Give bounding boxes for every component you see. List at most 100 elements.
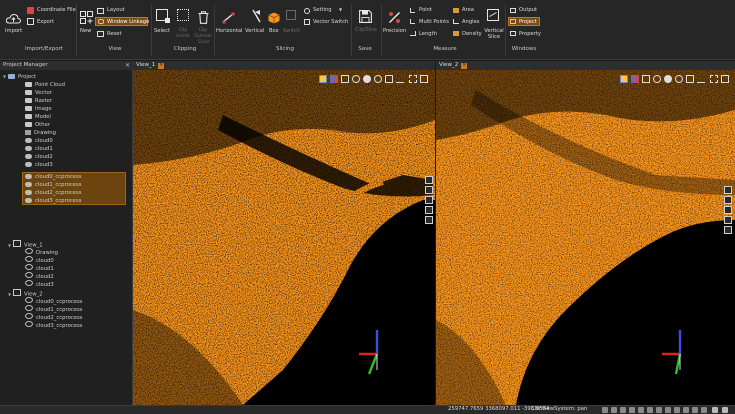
status-icon[interactable] [656, 407, 662, 413]
tree-item-cloud-processed[interactable]: cloud2_ccprocess [25, 189, 82, 197]
tree-item-view1-child[interactable]: cloud1 [25, 264, 54, 272]
home-view-icon[interactable] [425, 216, 433, 224]
tree-node-view1[interactable]: ▼ View_1 [8, 240, 43, 249]
cloud-upload-icon[interactable] [5, 9, 22, 24]
scale-icon[interactable] [385, 75, 393, 83]
setting-button[interactable]: Setting [313, 7, 332, 13]
tree-item-view2-child[interactable]: cloud2_ccprocess [25, 313, 83, 321]
clip-inside-button[interactable]: Clip Inside [176, 28, 190, 40]
status-icon[interactable] [665, 407, 671, 413]
clear-button[interactable]: Clear [198, 40, 210, 45]
split-view-icon[interactable] [721, 75, 729, 83]
gear-icon[interactable] [374, 75, 382, 83]
save-clip-slice-button[interactable]: Clip/Slice [355, 28, 377, 33]
eye-icon[interactable] [25, 305, 33, 311]
tree-item-cloud[interactable]: cloud3 [25, 161, 53, 169]
gear-icon[interactable] [675, 75, 683, 83]
ruler-icon[interactable] [396, 75, 404, 83]
eye-icon[interactable] [25, 248, 33, 254]
vertical-slice-button[interactable]: Vertical [245, 28, 264, 34]
front-view-icon[interactable] [425, 186, 433, 194]
new-view-button[interactable]: New [80, 28, 91, 34]
tree-item-drawing[interactable]: Drawing [25, 129, 56, 137]
eye-icon[interactable] [653, 75, 661, 83]
eye-icon[interactable] [25, 264, 33, 270]
vertical-slice-profile-icon[interactable] [487, 9, 499, 21]
tree-item-cloud[interactable]: cloud0 [25, 137, 53, 145]
vertical-slice-icon[interactable] [251, 8, 262, 23]
status-icon[interactable] [647, 407, 653, 413]
grid-icon[interactable] [642, 75, 650, 83]
measure-density-button[interactable]: Density [462, 31, 482, 37]
viewport-1-canvas[interactable] [133, 70, 435, 405]
horizontal-slice-button[interactable]: Horizontal [216, 28, 243, 34]
cube-view-icon[interactable] [724, 186, 732, 194]
close-icon[interactable]: ✕ [125, 61, 130, 70]
side-view-icon[interactable] [724, 216, 732, 224]
eye-icon[interactable] [25, 280, 33, 286]
status-icon[interactable] [683, 407, 689, 413]
select-button[interactable]: Select [154, 28, 170, 34]
switch-button[interactable]: Switch [283, 28, 300, 34]
tree-item-cloud-processed[interactable]: cloud1_ccprocess [25, 181, 82, 189]
tree-item-folder[interactable]: Point Cloud [25, 81, 65, 89]
eye-icon[interactable] [25, 297, 33, 303]
measure-area-button[interactable]: Area [462, 7, 474, 13]
layers-icon[interactable] [620, 75, 628, 83]
status-icon[interactable] [722, 407, 728, 413]
zoom-fit-icon[interactable] [409, 75, 417, 83]
status-icon[interactable] [620, 407, 626, 413]
measure-angles-button[interactable]: Angles [462, 19, 479, 25]
tree-node-project[interactable]: ▼ Project [3, 73, 36, 81]
precision-button[interactable]: Precision [383, 28, 406, 34]
side-view-icon[interactable] [425, 206, 433, 214]
tree-item-cloud[interactable]: cloud2 [25, 153, 53, 161]
status-icon[interactable] [674, 407, 680, 413]
tree-item-view1-child[interactable]: cloud2 [25, 272, 54, 280]
select-box-icon[interactable] [156, 9, 170, 23]
home-view-icon[interactable] [724, 226, 732, 234]
tree-item-folder[interactable]: Raster [25, 97, 52, 105]
tree-item-view1-child[interactable]: cloud0 [25, 256, 54, 264]
tree-item-view2-child[interactable]: cloud0_ccprocess [25, 297, 83, 305]
ruler-icon[interactable] [697, 75, 705, 83]
status-icon[interactable] [692, 407, 698, 413]
viewport-2-canvas[interactable] [436, 70, 735, 405]
tree-item-view2-child[interactable]: cloud1_ccprocess [25, 305, 83, 313]
cube-view-icon[interactable] [425, 176, 433, 184]
status-icon[interactable] [712, 407, 718, 413]
tree-item-view1-child[interactable]: Drawing [25, 248, 58, 256]
color-mode-icon[interactable] [631, 75, 639, 83]
eye-icon[interactable] [25, 321, 33, 327]
tree-item-cloud-processed[interactable]: cloud0_ccprocess [25, 173, 82, 181]
layers-icon[interactable] [319, 75, 327, 83]
output-window-button[interactable]: Output [519, 7, 537, 13]
reset-button[interactable]: Reset [107, 31, 122, 37]
measure-point-button[interactable]: Point [419, 7, 432, 13]
precision-icon[interactable] [388, 9, 401, 23]
measure-multi-points-button[interactable]: Multi Points [419, 19, 449, 25]
status-icon[interactable] [701, 407, 707, 413]
top-view-icon[interactable] [724, 206, 732, 214]
tree-node-view2[interactable]: ▼ View_2 [8, 289, 43, 298]
top-view-icon[interactable] [425, 196, 433, 204]
property-window-button[interactable]: Property [519, 31, 541, 37]
tree-item-folder[interactable]: Other [25, 121, 50, 129]
coordinate-file-button[interactable]: Coordinate File [37, 7, 76, 13]
status-icon[interactable] [638, 407, 644, 413]
tab-view-1[interactable]: View_1 ✕ [133, 61, 435, 70]
tab-view-2[interactable]: View_2 ✕ [436, 61, 735, 70]
eye-icon[interactable] [25, 256, 33, 262]
horizontal-slice-icon[interactable] [222, 9, 235, 24]
tree-item-cloud-processed[interactable]: cloud3_ccprocess [25, 197, 82, 205]
new-view-icon[interactable] [80, 9, 93, 24]
light-icon[interactable] [363, 75, 371, 83]
trash-icon[interactable] [198, 9, 209, 24]
eye-icon[interactable] [25, 272, 33, 278]
export-button[interactable]: Export [37, 19, 54, 25]
import-button-label[interactable]: Import [5, 28, 22, 34]
vertical-slice-measure-button[interactable]: Vertical Slice [484, 28, 504, 40]
eye-icon[interactable] [25, 313, 33, 319]
close-icon[interactable]: ✕ [158, 62, 165, 69]
zoom-fit-icon[interactable] [710, 75, 718, 83]
